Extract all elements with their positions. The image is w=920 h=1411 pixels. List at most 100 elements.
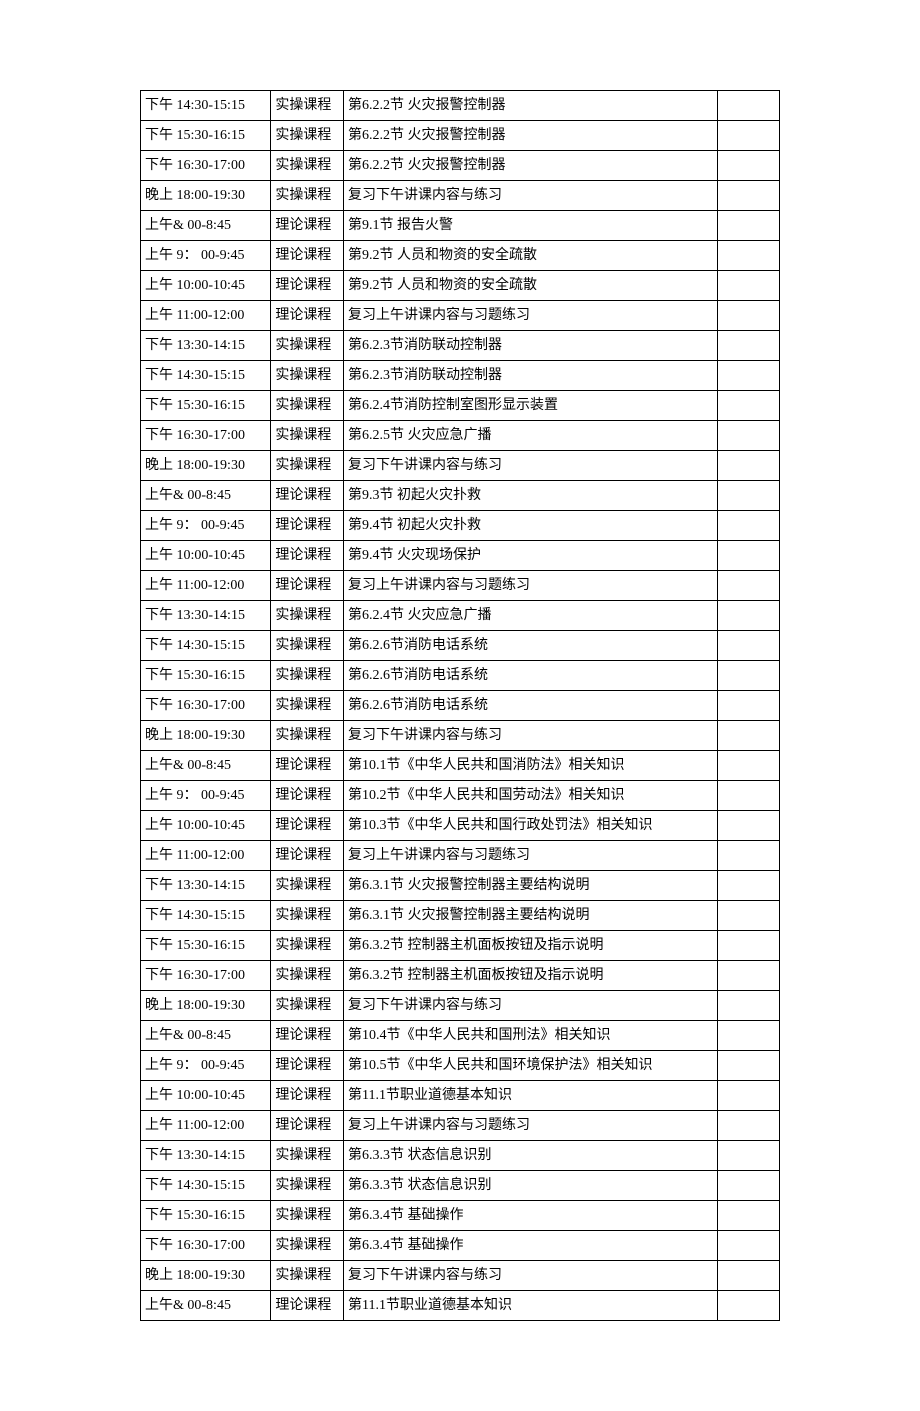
type-cell: 实操课程: [271, 421, 344, 451]
content-cell: 第9.2节 人员和物资的安全疏散: [344, 241, 718, 271]
time-cell: 下午 15:30-16:15: [141, 661, 271, 691]
time-cell: 上午& 00-8:45: [141, 211, 271, 241]
type-cell: 实操课程: [271, 1261, 344, 1291]
table-row: 下午 15:30-16:15实操课程第6.2.2节 火灾报警控制器: [141, 121, 780, 151]
type-cell: 理论课程: [271, 1081, 344, 1111]
type-cell: 理论课程: [271, 1051, 344, 1081]
time-cell: 下午 14:30-15:15: [141, 1171, 271, 1201]
time-cell: 下午 14:30-15:15: [141, 91, 271, 121]
note-cell: [718, 841, 780, 871]
type-cell: 实操课程: [271, 121, 344, 151]
table-row: 下午 16:30-17:00实操课程第6.3.2节 控制器主机面板按钮及指示说明: [141, 961, 780, 991]
note-cell: [718, 1111, 780, 1141]
note-cell: [718, 301, 780, 331]
content-cell: 第11.1节职业道德基本知识: [344, 1081, 718, 1111]
type-cell: 理论课程: [271, 751, 344, 781]
note-cell: [718, 361, 780, 391]
content-cell: 第10.2节《中华人民共和国劳动法》相关知识: [344, 781, 718, 811]
note-cell: [718, 1141, 780, 1171]
time-cell: 上午 10:00-10:45: [141, 271, 271, 301]
table-row: 上午& 00-8:45理论课程第10.1节《中华人民共和国消防法》相关知识: [141, 751, 780, 781]
note-cell: [718, 151, 780, 181]
type-cell: 理论课程: [271, 511, 344, 541]
table-row: 下午 15:30-16:15实操课程第6.2.4节消防控制室图形显示装置: [141, 391, 780, 421]
note-cell: [718, 781, 780, 811]
time-cell: 下午 13:30-14:15: [141, 871, 271, 901]
content-cell: 第6.2.6节消防电话系统: [344, 661, 718, 691]
time-cell: 下午 15:30-16:15: [141, 1201, 271, 1231]
type-cell: 理论课程: [271, 241, 344, 271]
type-cell: 理论课程: [271, 541, 344, 571]
type-cell: 实操课程: [271, 1201, 344, 1231]
content-cell: 第6.2.6节消防电话系统: [344, 691, 718, 721]
content-cell: 第6.3.4节 基础操作: [344, 1201, 718, 1231]
table-row: 上午 9： 00-9:45理论课程第9.2节 人员和物资的安全疏散: [141, 241, 780, 271]
table-row: 上午 9： 00-9:45理论课程第10.5节《中华人民共和国环境保护法》相关知…: [141, 1051, 780, 1081]
time-cell: 上午 9： 00-9:45: [141, 781, 271, 811]
table-row: 下午 15:30-16:15实操课程第6.3.4节 基础操作: [141, 1201, 780, 1231]
note-cell: [718, 931, 780, 961]
note-cell: [718, 541, 780, 571]
time-cell: 下午 14:30-15:15: [141, 631, 271, 661]
content-cell: 复习下午讲课内容与练习: [344, 181, 718, 211]
time-cell: 下午 14:30-15:15: [141, 361, 271, 391]
type-cell: 实操课程: [271, 1171, 344, 1201]
type-cell: 实操课程: [271, 361, 344, 391]
note-cell: [718, 751, 780, 781]
type-cell: 理论课程: [271, 1111, 344, 1141]
content-cell: 第6.2.2节 火灾报警控制器: [344, 91, 718, 121]
note-cell: [718, 211, 780, 241]
table-row: 下午 14:30-15:15实操课程第6.3.1节 火灾报警控制器主要结构说明: [141, 901, 780, 931]
table-row: 下午 13:30-14:15实操课程第6.2.3节消防联动控制器: [141, 331, 780, 361]
time-cell: 晚上 18:00-19:30: [141, 991, 271, 1021]
time-cell: 下午 16:30-17:00: [141, 961, 271, 991]
content-cell: 第6.3.1节 火灾报警控制器主要结构说明: [344, 901, 718, 931]
content-cell: 第6.2.4节消防控制室图形显示装置: [344, 391, 718, 421]
table-row: 下午 14:30-15:15实操课程第6.2.2节 火灾报警控制器: [141, 91, 780, 121]
time-cell: 上午& 00-8:45: [141, 751, 271, 781]
content-cell: 第6.2.4节 火灾应急广播: [344, 601, 718, 631]
table-row: 下午 13:30-14:15实操课程第6.2.4节 火灾应急广播: [141, 601, 780, 631]
content-cell: 第9.4节 初起火灾扑救: [344, 511, 718, 541]
content-cell: 第6.2.2节 火灾报警控制器: [344, 151, 718, 181]
content-cell: 复习上午讲课内容与习题练习: [344, 571, 718, 601]
table-row: 上午& 00-8:45理论课程第11.1节职业道德基本知识: [141, 1291, 780, 1321]
type-cell: 实操课程: [271, 151, 344, 181]
table-row: 下午 15:30-16:15实操课程第6.3.2节 控制器主机面板按钮及指示说明: [141, 931, 780, 961]
content-cell: 复习下午讲课内容与练习: [344, 451, 718, 481]
content-cell: 第9.1节 报告火警: [344, 211, 718, 241]
time-cell: 下午 13:30-14:15: [141, 331, 271, 361]
table-row: 晚上 18:00-19:30实操课程复习下午讲课内容与练习: [141, 1261, 780, 1291]
time-cell: 下午 15:30-16:15: [141, 931, 271, 961]
content-cell: 第9.4节 火灾现场保护: [344, 541, 718, 571]
content-cell: 第6.2.6节消防电话系统: [344, 631, 718, 661]
note-cell: [718, 1261, 780, 1291]
content-cell: 第6.2.3节消防联动控制器: [344, 331, 718, 361]
type-cell: 实操课程: [271, 901, 344, 931]
type-cell: 理论课程: [271, 841, 344, 871]
table-row: 下午 14:30-15:15实操课程第6.2.6节消防电话系统: [141, 631, 780, 661]
table-row: 下午 16:30-17:00实操课程第6.3.4节 基础操作: [141, 1231, 780, 1261]
time-cell: 晚上 18:00-19:30: [141, 721, 271, 751]
time-cell: 上午& 00-8:45: [141, 481, 271, 511]
table-row: 下午 16:30-17:00实操课程第6.2.6节消防电话系统: [141, 691, 780, 721]
type-cell: 实操课程: [271, 991, 344, 1021]
note-cell: [718, 721, 780, 751]
table-row: 下午 14:30-15:15实操课程第6.3.3节 状态信息识别: [141, 1171, 780, 1201]
table-row: 晚上 18:00-19:30实操课程复习下午讲课内容与练习: [141, 991, 780, 1021]
content-cell: 复习下午讲课内容与练习: [344, 721, 718, 751]
note-cell: [718, 451, 780, 481]
content-cell: 第6.3.3节 状态信息识别: [344, 1141, 718, 1171]
note-cell: [718, 121, 780, 151]
note-cell: [718, 571, 780, 601]
note-cell: [718, 331, 780, 361]
time-cell: 下午 13:30-14:15: [141, 1141, 271, 1171]
note-cell: [718, 961, 780, 991]
note-cell: [718, 661, 780, 691]
type-cell: 理论课程: [271, 481, 344, 511]
table-row: 下午 13:30-14:15实操课程第6.3.3节 状态信息识别: [141, 1141, 780, 1171]
table-row: 上午 10:00-10:45理论课程第9.2节 人员和物资的安全疏散: [141, 271, 780, 301]
time-cell: 上午 10:00-10:45: [141, 541, 271, 571]
type-cell: 实操课程: [271, 331, 344, 361]
time-cell: 上午 11:00-12:00: [141, 1111, 271, 1141]
